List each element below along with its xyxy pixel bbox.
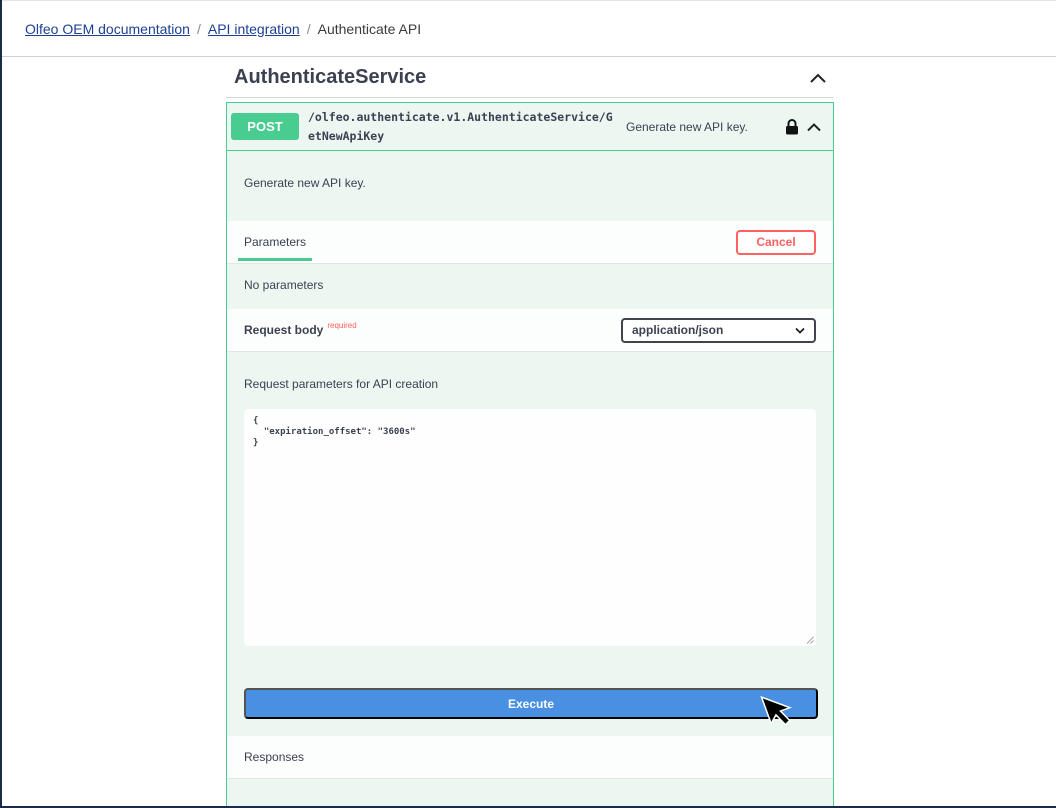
breadcrumb-link-oem-docs[interactable]: Olfeo OEM documentation [25, 21, 190, 37]
no-parameters-text: No parameters [244, 278, 324, 292]
breadcrumb-link-api-integration[interactable]: API integration [208, 21, 300, 37]
section-header[interactable]: AuthenticateService [226, 58, 833, 98]
responses-header: Responses [227, 736, 833, 779]
content-type-value: application/json [632, 323, 724, 337]
section-title: AuthenticateService [234, 66, 427, 88]
chevron-up-icon[interactable] [803, 116, 825, 138]
operation-block: POST /olfeo.authenticate.v1.Authenticate… [226, 102, 834, 808]
request-body-header: Request body required application/json [227, 309, 833, 352]
method-badge: POST [231, 113, 299, 140]
request-body-label: Request body [244, 323, 324, 337]
chevron-down-icon [795, 323, 805, 337]
chevron-up-icon[interactable] [803, 63, 833, 93]
breadcrumb-separator: / [306, 20, 311, 37]
cancel-button[interactable]: Cancel [736, 229, 816, 255]
breadcrumb-separator: / [196, 20, 201, 37]
lock-icon[interactable] [783, 118, 801, 136]
content-type-select[interactable]: application/json [621, 317, 816, 343]
resize-handle-icon[interactable] [806, 636, 814, 644]
request-body-editor[interactable]: { "expiration_offset": "3600s" } [244, 409, 816, 646]
request-body-description: Request parameters for API creation [244, 377, 439, 391]
execute-button[interactable]: Execute [244, 688, 818, 719]
window-left-edge [0, 0, 2, 808]
required-marker: required [327, 321, 357, 330]
operation-description: Generate new API key. [244, 176, 366, 190]
operation-summary[interactable]: POST /olfeo.authenticate.v1.Authenticate… [227, 103, 833, 151]
breadcrumb: Olfeo OEM documentation / API integratio… [2, 0, 1056, 57]
tab-parameters[interactable]: Parameters [237, 221, 313, 264]
operation-summary-description: Generate new API key. [626, 119, 748, 134]
operation-path: /olfeo.authenticate.v1.AuthenticateServi… [308, 109, 613, 143]
breadcrumb-current: Authenticate API [317, 20, 422, 37]
request-body-title: Request body required [244, 321, 357, 339]
request-body-value: { "expiration_offset": "3600s" } [253, 416, 416, 448]
parameters-header: Parameters Cancel [227, 221, 833, 264]
